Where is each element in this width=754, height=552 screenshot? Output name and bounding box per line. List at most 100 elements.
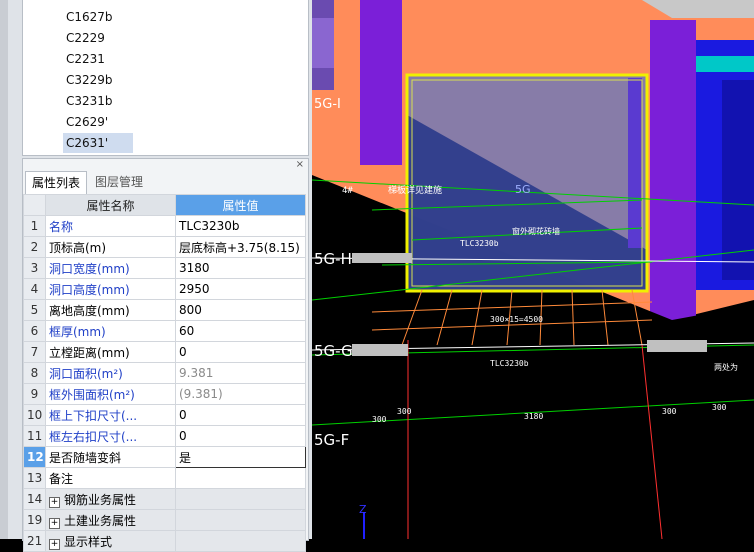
- tab-property-list[interactable]: 属性列表: [25, 171, 88, 194]
- table-row-selected[interactable]: 12 是否随墙变斜 是: [23, 446, 306, 468]
- property-value[interactable]: 60: [175, 320, 306, 342]
- property-group-name: 钢筋业务属性: [64, 492, 137, 507]
- property-value: [175, 530, 306, 552]
- table-row[interactable]: 11 框左右扣尺寸(... 0: [23, 425, 306, 447]
- table-row[interactable]: 9 框外围面积(m²) (9.381): [23, 383, 306, 405]
- axis-label: 5G-H: [314, 250, 352, 268]
- component-tree[interactable]: C1627b C2229 C2231 C3229b C3231b C2629' …: [22, 0, 309, 156]
- table-row[interactable]: 10 框上下扣尺寸(... 0: [23, 404, 306, 426]
- property-panel: × 属性列表 图层管理 属性名称 属性值 1 名称 TLC3230b 2 顶标高…: [22, 158, 309, 552]
- row-number: 8: [23, 362, 46, 384]
- property-value[interactable]: TLC3230b: [175, 215, 306, 237]
- annotation: 窗外砌花砖墙: [512, 226, 560, 236]
- row-number: 21: [23, 530, 46, 552]
- column: [650, 20, 696, 340]
- axis-label: 5G-F: [314, 431, 349, 449]
- expand-icon[interactable]: +: [49, 496, 60, 508]
- property-name: 是否随墙变斜: [45, 446, 176, 468]
- property-value: (9.381): [175, 383, 306, 405]
- property-value[interactable]: 2950: [175, 278, 306, 300]
- row-number: 2: [23, 236, 46, 258]
- expand-icon[interactable]: +: [49, 538, 60, 550]
- property-name: 离地高度(mm): [45, 299, 176, 321]
- tree-item[interactable]: C2629': [63, 112, 111, 132]
- tree-item[interactable]: C3229b: [63, 70, 116, 90]
- annotation: 300: [662, 407, 677, 416]
- row-number: 7: [23, 341, 46, 363]
- property-group-name: 显示样式: [64, 534, 113, 549]
- dock-strip: [0, 0, 8, 539]
- table-row[interactable]: 2 顶标高(m) 层底标高+3.75(8.15): [23, 236, 306, 258]
- row-number: 12: [23, 446, 46, 468]
- annotation: TLC3230b: [460, 239, 499, 248]
- table-row[interactable]: 8 洞口面积(m²) 9.381: [23, 362, 306, 384]
- property-value[interactable]: 0: [175, 341, 306, 363]
- cyan-band: [696, 56, 754, 72]
- annotation: 300×15=4500: [490, 315, 543, 324]
- table-row[interactable]: 1 名称 TLC3230b: [23, 215, 306, 237]
- row-number: 4: [23, 278, 46, 300]
- viewport-canvas[interactable]: 5G-H 5G-G 5G-F 5G-I 4# 梯板详见建施 5G 窗外砌花砖墙 …: [312, 0, 754, 539]
- table-row-group[interactable]: 14 + 钢筋业务属性: [23, 488, 306, 510]
- tree-item[interactable]: C3231b: [63, 91, 116, 111]
- property-table: 属性名称 属性值 1 名称 TLC3230b 2 顶标高(m) 层底标高+3.7…: [23, 194, 306, 552]
- property-value[interactable]: 800: [175, 299, 306, 321]
- expand-icon[interactable]: +: [49, 517, 60, 529]
- property-value[interactable]: 0: [175, 425, 306, 447]
- property-group-name: 土建业务属性: [64, 513, 137, 528]
- row-number: 6: [23, 320, 46, 342]
- table-row[interactable]: 3 洞口宽度(mm) 3180: [23, 257, 306, 279]
- property-value[interactable]: 3180: [175, 257, 306, 279]
- annotation: 300: [372, 415, 387, 424]
- property-value[interactable]: 0: [175, 404, 306, 426]
- annotation: 300: [397, 407, 412, 416]
- property-value[interactable]: [175, 467, 306, 489]
- property-name: 名称: [45, 215, 176, 237]
- tab-layer-manager[interactable]: 图层管理: [89, 171, 149, 193]
- table-row[interactable]: 6 框厚(mm) 60: [23, 320, 306, 342]
- annotation: 3180: [524, 412, 543, 421]
- model-viewport[interactable]: 5G-H 5G-G 5G-F 5G-I 4# 梯板详见建施 5G 窗外砌花砖墙 …: [312, 0, 754, 539]
- property-value: [175, 488, 306, 510]
- panel-tabs: 属性列表 图层管理: [23, 171, 308, 194]
- property-name: 立樘距离(mm): [45, 341, 176, 363]
- annotation: 5G: [515, 183, 531, 196]
- row-number: 10: [23, 404, 46, 426]
- table-row[interactable]: 4 洞口高度(mm) 2950: [23, 278, 306, 300]
- row-number: 14: [23, 488, 46, 510]
- table-row[interactable]: 13 备注: [23, 467, 306, 489]
- annotation: 4#: [342, 186, 353, 196]
- table-row[interactable]: 7 立樘距离(mm) 0: [23, 341, 306, 363]
- property-value: [175, 509, 306, 531]
- corner-cell: [23, 194, 46, 216]
- property-name: 顶标高(m): [45, 236, 176, 258]
- property-name: 框上下扣尺寸(...: [45, 404, 176, 426]
- close-icon[interactable]: ×: [296, 159, 304, 170]
- axis-gizmo-label: Z: [359, 503, 367, 516]
- column: [360, 0, 402, 165]
- property-value[interactable]: 层底标高+3.75(8.15): [175, 236, 306, 258]
- property-name: 框外围面积(m²): [45, 383, 176, 405]
- column-header-name: 属性名称: [45, 194, 176, 216]
- tree-item[interactable]: C2229: [63, 28, 108, 48]
- table-row-group[interactable]: 21 + 显示样式: [23, 530, 306, 552]
- row-number: 1: [23, 215, 46, 237]
- property-name: 洞口宽度(mm): [45, 257, 176, 279]
- table-row-group[interactable]: 19 + 土建业务属性: [23, 509, 306, 531]
- row-number: 11: [23, 425, 46, 447]
- tree-item-selected[interactable]: C2631': [63, 133, 133, 153]
- tree-item[interactable]: C1627b: [63, 7, 116, 27]
- column-header-value: 属性值: [175, 194, 306, 216]
- property-name: 洞口高度(mm): [45, 278, 176, 300]
- property-name: 备注: [45, 467, 176, 489]
- tree-item[interactable]: C2231: [63, 49, 108, 69]
- table-row[interactable]: 5 离地高度(mm) 800: [23, 299, 306, 321]
- row-number: 19: [23, 509, 46, 531]
- row-number: 9: [23, 383, 46, 405]
- property-value-editor[interactable]: 是: [175, 446, 306, 468]
- left-panel: C1627b C2229 C2231 C3229b C3231b C2629' …: [0, 0, 312, 552]
- row-number: 13: [23, 467, 46, 489]
- property-name: 洞口面积(m²): [45, 362, 176, 384]
- axis-label: 5G-I: [314, 97, 341, 112]
- annotation: 300: [712, 403, 727, 412]
